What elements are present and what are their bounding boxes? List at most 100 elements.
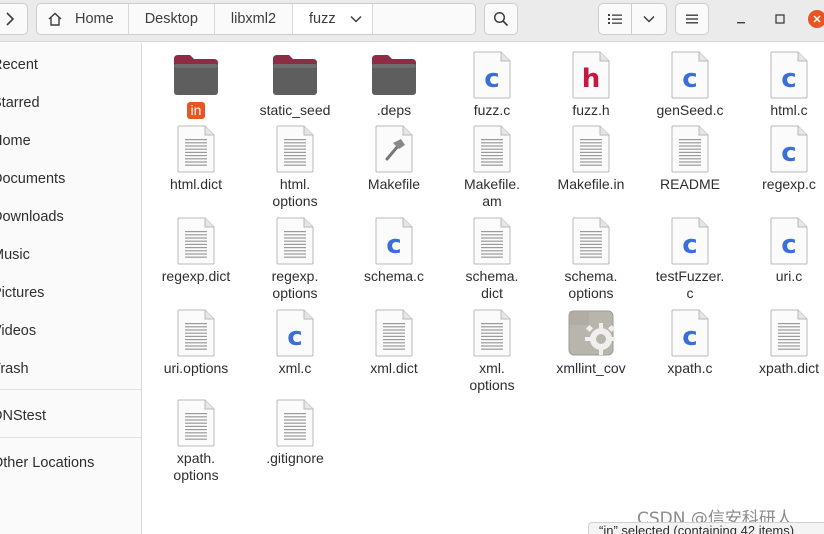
file-item[interactable]: schema. dict [442, 215, 542, 302]
view-list-button[interactable] [598, 3, 632, 35]
file-item[interactable]: xpath.dict [739, 307, 824, 377]
file-item[interactable]: xml.dict [344, 307, 444, 377]
folder-icon [170, 49, 222, 101]
text-file-icon [368, 307, 420, 359]
file-item[interactable]: regexp.dict [146, 215, 246, 285]
file-item[interactable]: c schema.c [344, 215, 444, 285]
file-name-label: README [660, 176, 720, 192]
file-item[interactable]: c regexp.c [739, 123, 824, 193]
list-view-icon [608, 14, 622, 24]
svg-text:c: c [781, 230, 796, 260]
file-item[interactable]: c uri.c [739, 215, 824, 285]
sidebar-item-documents[interactable]: Documents [0, 165, 65, 193]
file-item[interactable]: uri.options [146, 307, 246, 377]
sidebar-item-recent[interactable]: Recent [0, 51, 38, 79]
minimize-icon [737, 22, 745, 24]
breadcrumb-home[interactable]: Home [37, 4, 129, 34]
forward-button[interactable] [0, 3, 28, 35]
sidebar-item-label: Recent [0, 57, 38, 73]
sidebar-item-label: DNStest [0, 408, 46, 424]
c-source-file-icon: c [763, 49, 815, 101]
file-item[interactable]: schema. options [541, 215, 641, 302]
maximize-icon [775, 14, 785, 24]
file-name-label: .gitignore [266, 450, 324, 466]
search-button[interactable] [484, 3, 518, 35]
c-source-file-icon: c [664, 215, 716, 267]
file-item[interactable]: c html.c [739, 49, 824, 119]
text-file-icon [170, 397, 222, 449]
file-name-label: uri.c [775, 268, 803, 284]
sidebar-item-label: Other Locations [0, 455, 95, 471]
file-item[interactable]: c testFuzzer. c [640, 215, 740, 302]
file-name-label: xpath.dict [759, 360, 819, 376]
file-item[interactable]: c xml.c [245, 307, 345, 377]
makefile-icon [368, 123, 420, 175]
sidebar: Recent Starred Home Documents Downloads … [0, 43, 142, 534]
close-icon [813, 15, 821, 23]
file-item[interactable]: Makefile [344, 123, 444, 193]
file-item[interactable]: c genSeed.c [640, 49, 740, 119]
svg-text:c: c [682, 64, 697, 94]
sidebar-item-label: Trash [0, 361, 29, 377]
breadcrumb-desktop[interactable]: Desktop [129, 4, 215, 34]
text-file-icon [664, 123, 716, 175]
sidebar-item-downloads[interactable]: Downloads [0, 203, 64, 231]
maximize-button[interactable] [770, 9, 790, 29]
file-name-label: Makefile [367, 176, 421, 192]
file-item[interactable]: in [146, 49, 246, 119]
file-name-label: Makefile. am [463, 176, 521, 209]
file-name-label: xpath.c [667, 360, 713, 376]
file-name-label: xmllint_cov [556, 360, 626, 376]
file-name-label: fuzz.c [473, 102, 511, 118]
breadcrumb-label: fuzz [309, 11, 336, 27]
c-source-file-icon: c [763, 123, 815, 175]
breadcrumb-libxml2[interactable]: libxml2 [215, 4, 294, 34]
text-file-icon [269, 397, 321, 449]
sidebar-item-other-locations[interactable]: Other Locations [0, 449, 94, 477]
file-item[interactable]: html.dict [146, 123, 246, 193]
file-item[interactable]: Makefile.in [541, 123, 641, 193]
sidebar-item-trash[interactable]: Trash [0, 355, 29, 383]
folder-icon [269, 49, 321, 101]
file-item[interactable]: xml. options [442, 307, 542, 394]
sidebar-item-pictures[interactable]: Pictures [0, 279, 44, 307]
breadcrumb-fuzz[interactable]: fuzz [293, 4, 373, 34]
file-item[interactable]: regexp. options [245, 215, 345, 302]
svg-text:c: c [682, 322, 697, 352]
sidebar-item-home[interactable]: Home [0, 127, 31, 155]
view-options-button[interactable] [631, 3, 667, 35]
c-source-file-icon: c [664, 49, 716, 101]
file-item[interactable]: .gitignore [245, 397, 345, 467]
file-item[interactable]: c fuzz.c [442, 49, 542, 119]
file-item[interactable]: README [640, 123, 740, 193]
sidebar-item-dnstest[interactable]: DNStest [0, 402, 46, 430]
chevron-down-icon [350, 15, 362, 23]
sidebar-item-starred[interactable]: Starred [0, 89, 40, 117]
file-name-label: regexp.c [762, 176, 816, 192]
pathbar-empty-space[interactable] [372, 4, 475, 34]
file-name-label: xml.c [278, 360, 312, 376]
file-item[interactable]: static_seed [245, 49, 345, 119]
executable-icon [565, 307, 617, 359]
main-menu-button[interactable] [675, 3, 709, 35]
file-item[interactable]: xpath. options [146, 397, 246, 484]
text-file-icon [170, 307, 222, 359]
file-name-label: Makefile.in [557, 176, 625, 192]
text-file-icon [269, 123, 321, 175]
file-item[interactable]: c xpath.c [640, 307, 740, 377]
sidebar-item-videos[interactable]: Videos [0, 317, 36, 345]
file-item[interactable]: xmllint_cov [541, 307, 641, 377]
text-file-icon [763, 307, 815, 359]
close-button[interactable] [808, 10, 824, 28]
file-item[interactable]: html. options [245, 123, 345, 210]
sidebar-item-music[interactable]: Music [0, 241, 30, 269]
text-file-icon [170, 123, 222, 175]
file-item[interactable]: .deps [344, 49, 444, 119]
file-item[interactable]: Makefile. am [442, 123, 542, 210]
file-name-label: xml. options [469, 360, 515, 393]
text-file-icon [466, 307, 518, 359]
minimize-button[interactable] [731, 9, 751, 29]
home-icon [48, 12, 62, 26]
search-icon [493, 11, 509, 27]
file-item[interactable]: h fuzz.h [541, 49, 641, 119]
